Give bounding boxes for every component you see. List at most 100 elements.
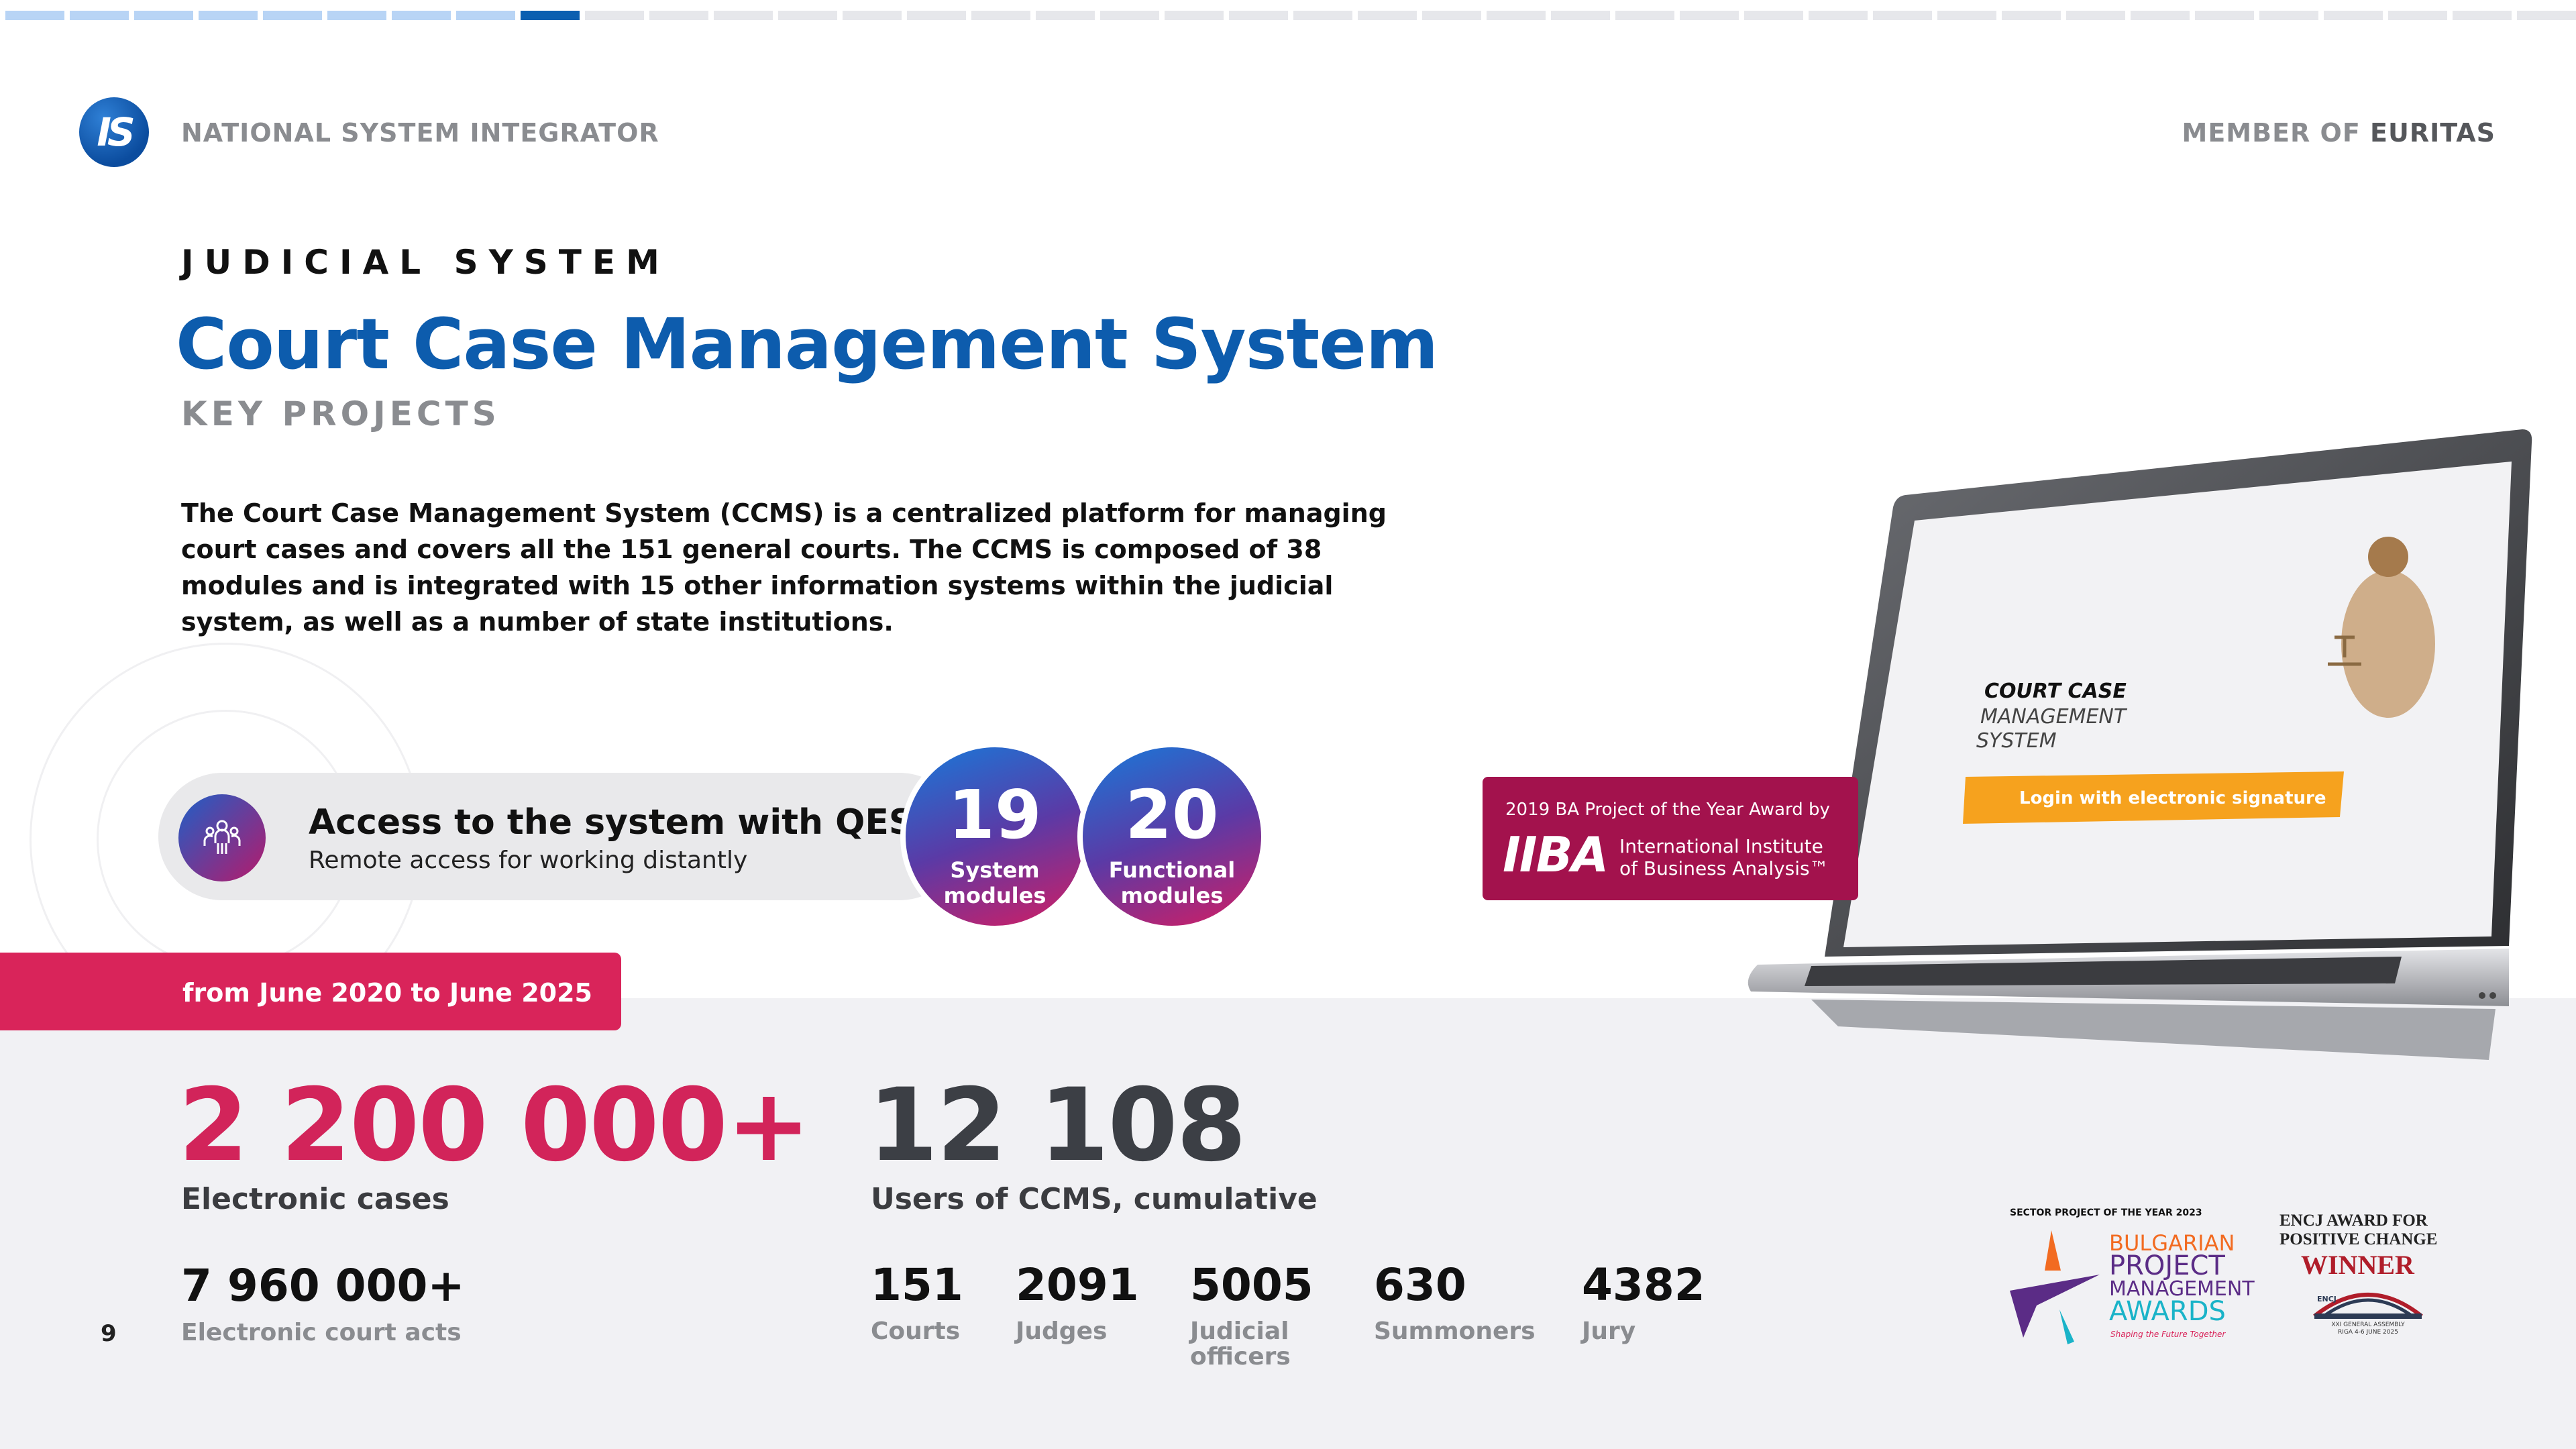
slide-progress-bar xyxy=(0,11,2576,20)
encj-event-details: XXI GENERAL ASSEMBLY RIGA 4-6 JUNE 2025 xyxy=(2308,1322,2428,1336)
jury-label: Jury xyxy=(1582,1318,1636,1345)
project-description: The Court Case Management System (CCMS) … xyxy=(181,498,1387,637)
progress-segment xyxy=(1487,11,1546,20)
courts-stat: 151 Courts xyxy=(871,1260,963,1344)
progress-segment xyxy=(1809,11,1868,20)
iiba-name-line-2: of Business Analysis™ xyxy=(1619,857,1829,879)
page-number: 9 xyxy=(101,1320,117,1347)
progress-segment xyxy=(1680,11,1739,20)
judges-label: Judges xyxy=(1016,1318,1108,1345)
page-subtitle: KEY PROJECTS xyxy=(181,394,500,433)
progress-segment xyxy=(714,11,773,20)
encj-award-line-2: POSITIVE CHANGE xyxy=(2279,1230,2438,1248)
progress-segment xyxy=(1165,11,1224,20)
functional-modules-label-1: Functional xyxy=(1108,857,1236,883)
system-modules-value: 19 xyxy=(948,775,1042,854)
page-title: Court Case Management System xyxy=(176,303,1438,385)
qes-title: Access to the system with QES xyxy=(309,802,914,843)
progress-segment xyxy=(1422,11,1481,20)
system-modules-label-1: System xyxy=(950,857,1040,883)
progress-segment xyxy=(392,11,451,20)
progress-segment xyxy=(134,11,193,20)
jury-stat: 4382 Jury xyxy=(1582,1260,1705,1344)
judicial-officers-label: Judicial officers xyxy=(1190,1318,1291,1371)
iiba-logo: IIBA xyxy=(1503,826,1609,883)
summoners-stat: 630 Summoners xyxy=(1374,1260,1536,1344)
bridge-logo-icon: ENCJ xyxy=(2313,1293,2423,1319)
login-button-label: Login with electronic signature xyxy=(2019,788,2326,808)
court-acts-label: Electronic court acts xyxy=(181,1319,462,1346)
ccms-users-value: 12 108 xyxy=(868,1067,1246,1184)
progress-segment xyxy=(1937,11,1996,20)
progress-segment xyxy=(778,11,837,20)
progress-segment xyxy=(5,11,64,20)
encj-award-line-1: ENCJ AWARD FOR xyxy=(2279,1212,2428,1230)
progress-segment xyxy=(1744,11,1803,20)
progress-segment xyxy=(2259,11,2318,20)
system-modules-circle: 19 System modules xyxy=(900,742,1089,931)
progress-segment xyxy=(2066,11,2125,20)
progress-segment xyxy=(585,11,644,20)
progress-segment xyxy=(2195,11,2254,20)
progress-segment xyxy=(2453,11,2512,20)
screen-title-1: COURT CASE xyxy=(1984,680,2127,703)
organization-name: NATIONAL SYSTEM INTEGRATOR xyxy=(181,118,659,148)
progress-segment xyxy=(1873,11,1932,20)
membership-label: MEMBER OF EURITAS xyxy=(2182,118,2496,148)
iiba-award-caption: 2019 BA Project of the Year Award by xyxy=(1505,800,1830,820)
section-eyebrow: JUDICIAL SYSTEM xyxy=(181,243,670,282)
pm-award-line-4: AWARDS xyxy=(2109,1296,2226,1327)
pm-award-tagline: Shaping the Future Together xyxy=(2110,1330,2226,1339)
court-acts-value: 7 960 000+ xyxy=(181,1260,465,1311)
progress-segment xyxy=(1100,11,1159,20)
progress-segment xyxy=(1229,11,1288,20)
functional-modules-label-2: modules xyxy=(1120,883,1224,908)
judicial-officers-value: 5005 xyxy=(1190,1259,1313,1311)
progress-segment xyxy=(1036,11,1095,20)
progress-segment xyxy=(649,11,708,20)
progress-segment xyxy=(1293,11,1352,20)
progress-segment xyxy=(843,11,902,20)
screen-title-2: MANAGEMENT xyxy=(1980,705,2128,729)
qes-subtitle: Remote access for working distantly xyxy=(309,847,748,874)
progress-segment xyxy=(2324,11,2383,20)
jury-value: 4382 xyxy=(1582,1259,1705,1311)
courts-value: 151 xyxy=(871,1259,963,1311)
summoners-value: 630 xyxy=(1374,1259,1466,1311)
judges-stat: 2091 Judges xyxy=(1016,1260,1139,1344)
screen-title-3: SYSTEM xyxy=(1976,729,2057,753)
judges-value: 2091 xyxy=(1016,1259,1139,1311)
laptop-illustration: COURT CASE MANAGEMENT SYSTEM Login with … xyxy=(1748,429,2532,1060)
member-prefix: MEMBER OF xyxy=(2182,118,2361,148)
people-network-icon xyxy=(178,794,266,881)
progress-segment xyxy=(263,11,322,20)
progress-segment xyxy=(2388,11,2447,20)
progress-segment xyxy=(2002,11,2061,20)
iiba-name-line-1: International Institute xyxy=(1619,835,1823,857)
courts-label: Courts xyxy=(871,1318,961,1345)
member-name: EURITAS xyxy=(2370,118,2496,148)
pm-award-caption: SECTOR PROJECT OF THE YEAR 2023 xyxy=(2010,1208,2202,1218)
progress-segment xyxy=(456,11,515,20)
progress-segment xyxy=(70,11,129,20)
encj-logo-text: ENCJ xyxy=(2317,1295,2337,1303)
encj-event: XXI GENERAL ASSEMBLY xyxy=(2331,1322,2405,1328)
electronic-cases-label: Electronic cases xyxy=(181,1182,449,1216)
star-logo-icon xyxy=(2010,1230,2100,1344)
judicial-officers-stat: 5005 Judicial officers xyxy=(1190,1260,1324,1370)
project-period-ribbon: from June 2020 to June 2025 xyxy=(0,953,621,1030)
progress-segment xyxy=(2517,11,2576,20)
summoners-label: Summoners xyxy=(1374,1318,1536,1345)
progress-segment xyxy=(971,11,1030,20)
progress-segment xyxy=(199,11,258,20)
progress-segment xyxy=(1358,11,1417,20)
encj-award-winner: WINNER xyxy=(2301,1250,2414,1280)
progress-segment xyxy=(521,11,580,20)
progress-segment xyxy=(1615,11,1674,20)
progress-segment xyxy=(907,11,966,20)
is-logo: IS xyxy=(79,97,149,167)
functional-modules-circle: 20 Functional modules xyxy=(1077,742,1267,931)
progress-segment xyxy=(1551,11,1610,20)
system-modules-label-2: modules xyxy=(943,883,1046,908)
electronic-cases-value: 2 200 000+ xyxy=(178,1067,811,1184)
